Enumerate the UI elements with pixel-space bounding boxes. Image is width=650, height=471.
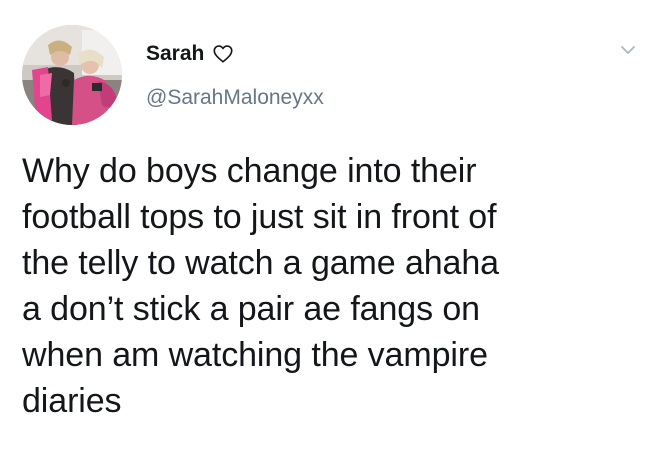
avatar[interactable] [22, 25, 122, 125]
user-handle[interactable]: @SarahMaloneyxx [146, 84, 324, 112]
name-row: Sarah [146, 40, 234, 68]
heart-outline-icon [212, 43, 234, 65]
tweet-text: Why do boys change into their football t… [22, 152, 499, 420]
tweet-card: Sarah @SarahMaloneyxx Why do boys change… [0, 0, 650, 471]
display-name[interactable]: Sarah [146, 40, 204, 68]
chevron-down-icon[interactable] [618, 40, 638, 60]
avatar-image [22, 25, 122, 125]
